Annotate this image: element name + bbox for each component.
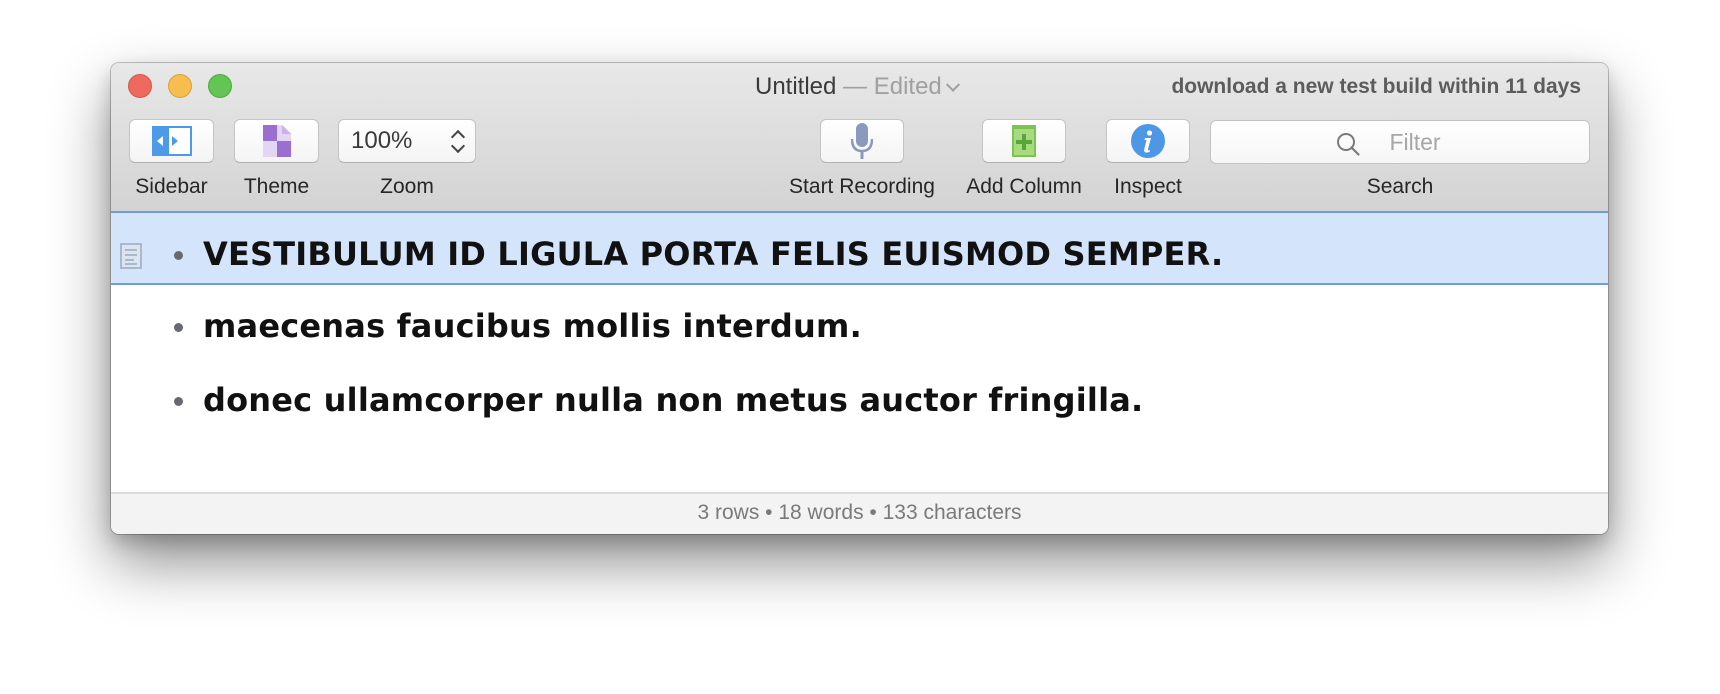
theme-label: Theme: [243, 175, 310, 198]
add-column-icon: [1012, 125, 1036, 157]
app-window: Untitled — Edited download a new test bu…: [111, 63, 1608, 534]
bullet-icon[interactable]: [174, 323, 183, 332]
row-text[interactable]: VESTIBULUM ID LIGULA PORTA FELIS EUISMOD…: [203, 235, 1223, 273]
document-stats: 3 rows • 18 words • 133 characters: [697, 501, 1022, 524]
microphone-icon: [851, 123, 873, 159]
test-build-notice: download a new test build within 11 days: [1171, 75, 1581, 98]
zoom-stepper[interactable]: 100%: [338, 119, 476, 163]
sidebar-label: Sidebar: [135, 175, 208, 198]
document-note-icon[interactable]: [120, 243, 142, 269]
search-label: Search: [1366, 175, 1434, 198]
theme-icon: [262, 125, 291, 157]
close-window-button[interactable]: [128, 74, 152, 98]
start-recording-label: Start Recording: [789, 175, 935, 198]
zoom-label: Zoom: [380, 175, 434, 198]
title-separator: —: [843, 73, 868, 100]
row-text[interactable]: maecenas faucibus mollis interdum.: [203, 307, 862, 345]
inspect-label: Inspect: [1114, 175, 1182, 198]
bullet-icon[interactable]: [174, 397, 183, 406]
sidebar-toggle-icon: [151, 126, 192, 156]
inspect-button[interactable]: [1106, 119, 1190, 163]
search-input[interactable]: [1211, 121, 1589, 163]
status-bar: 3 rows • 18 words • 133 characters: [111, 492, 1608, 534]
start-recording-button[interactable]: [820, 119, 904, 163]
document-status: Edited: [873, 73, 942, 100]
outline-row[interactable]: maecenas faucibus mollis interdum.: [111, 285, 1608, 359]
outline-row[interactable]: VESTIBULUM ID LIGULA PORTA FELIS EUISMOD…: [111, 211, 1608, 285]
titlebar-toolbar: Untitled — Edited download a new test bu…: [111, 63, 1608, 212]
minimize-window-button[interactable]: [168, 74, 192, 98]
sidebar-button[interactable]: [129, 119, 214, 163]
bullet-icon[interactable]: [174, 251, 183, 260]
add-column-button[interactable]: [982, 119, 1066, 163]
outline-content: VESTIBULUM ID LIGULA PORTA FELIS EUISMOD…: [111, 211, 1608, 492]
chevron-down-icon[interactable]: [945, 77, 960, 92]
row-text[interactable]: donec ullamcorper nulla non metus auctor…: [203, 381, 1143, 419]
info-icon: [1131, 124, 1165, 158]
document-name: Untitled: [755, 73, 837, 100]
up-down-chevron-icon[interactable]: [450, 129, 466, 155]
zoom-value[interactable]: 100%: [351, 128, 412, 154]
zoom-window-button[interactable]: [208, 74, 232, 98]
theme-button[interactable]: [234, 119, 319, 163]
search-field[interactable]: [1210, 120, 1590, 164]
outline-row[interactable]: donec ullamcorper nulla non metus auctor…: [111, 359, 1608, 433]
add-column-label: Add Column: [966, 175, 1082, 198]
document-title[interactable]: Untitled — Edited: [755, 73, 960, 100]
